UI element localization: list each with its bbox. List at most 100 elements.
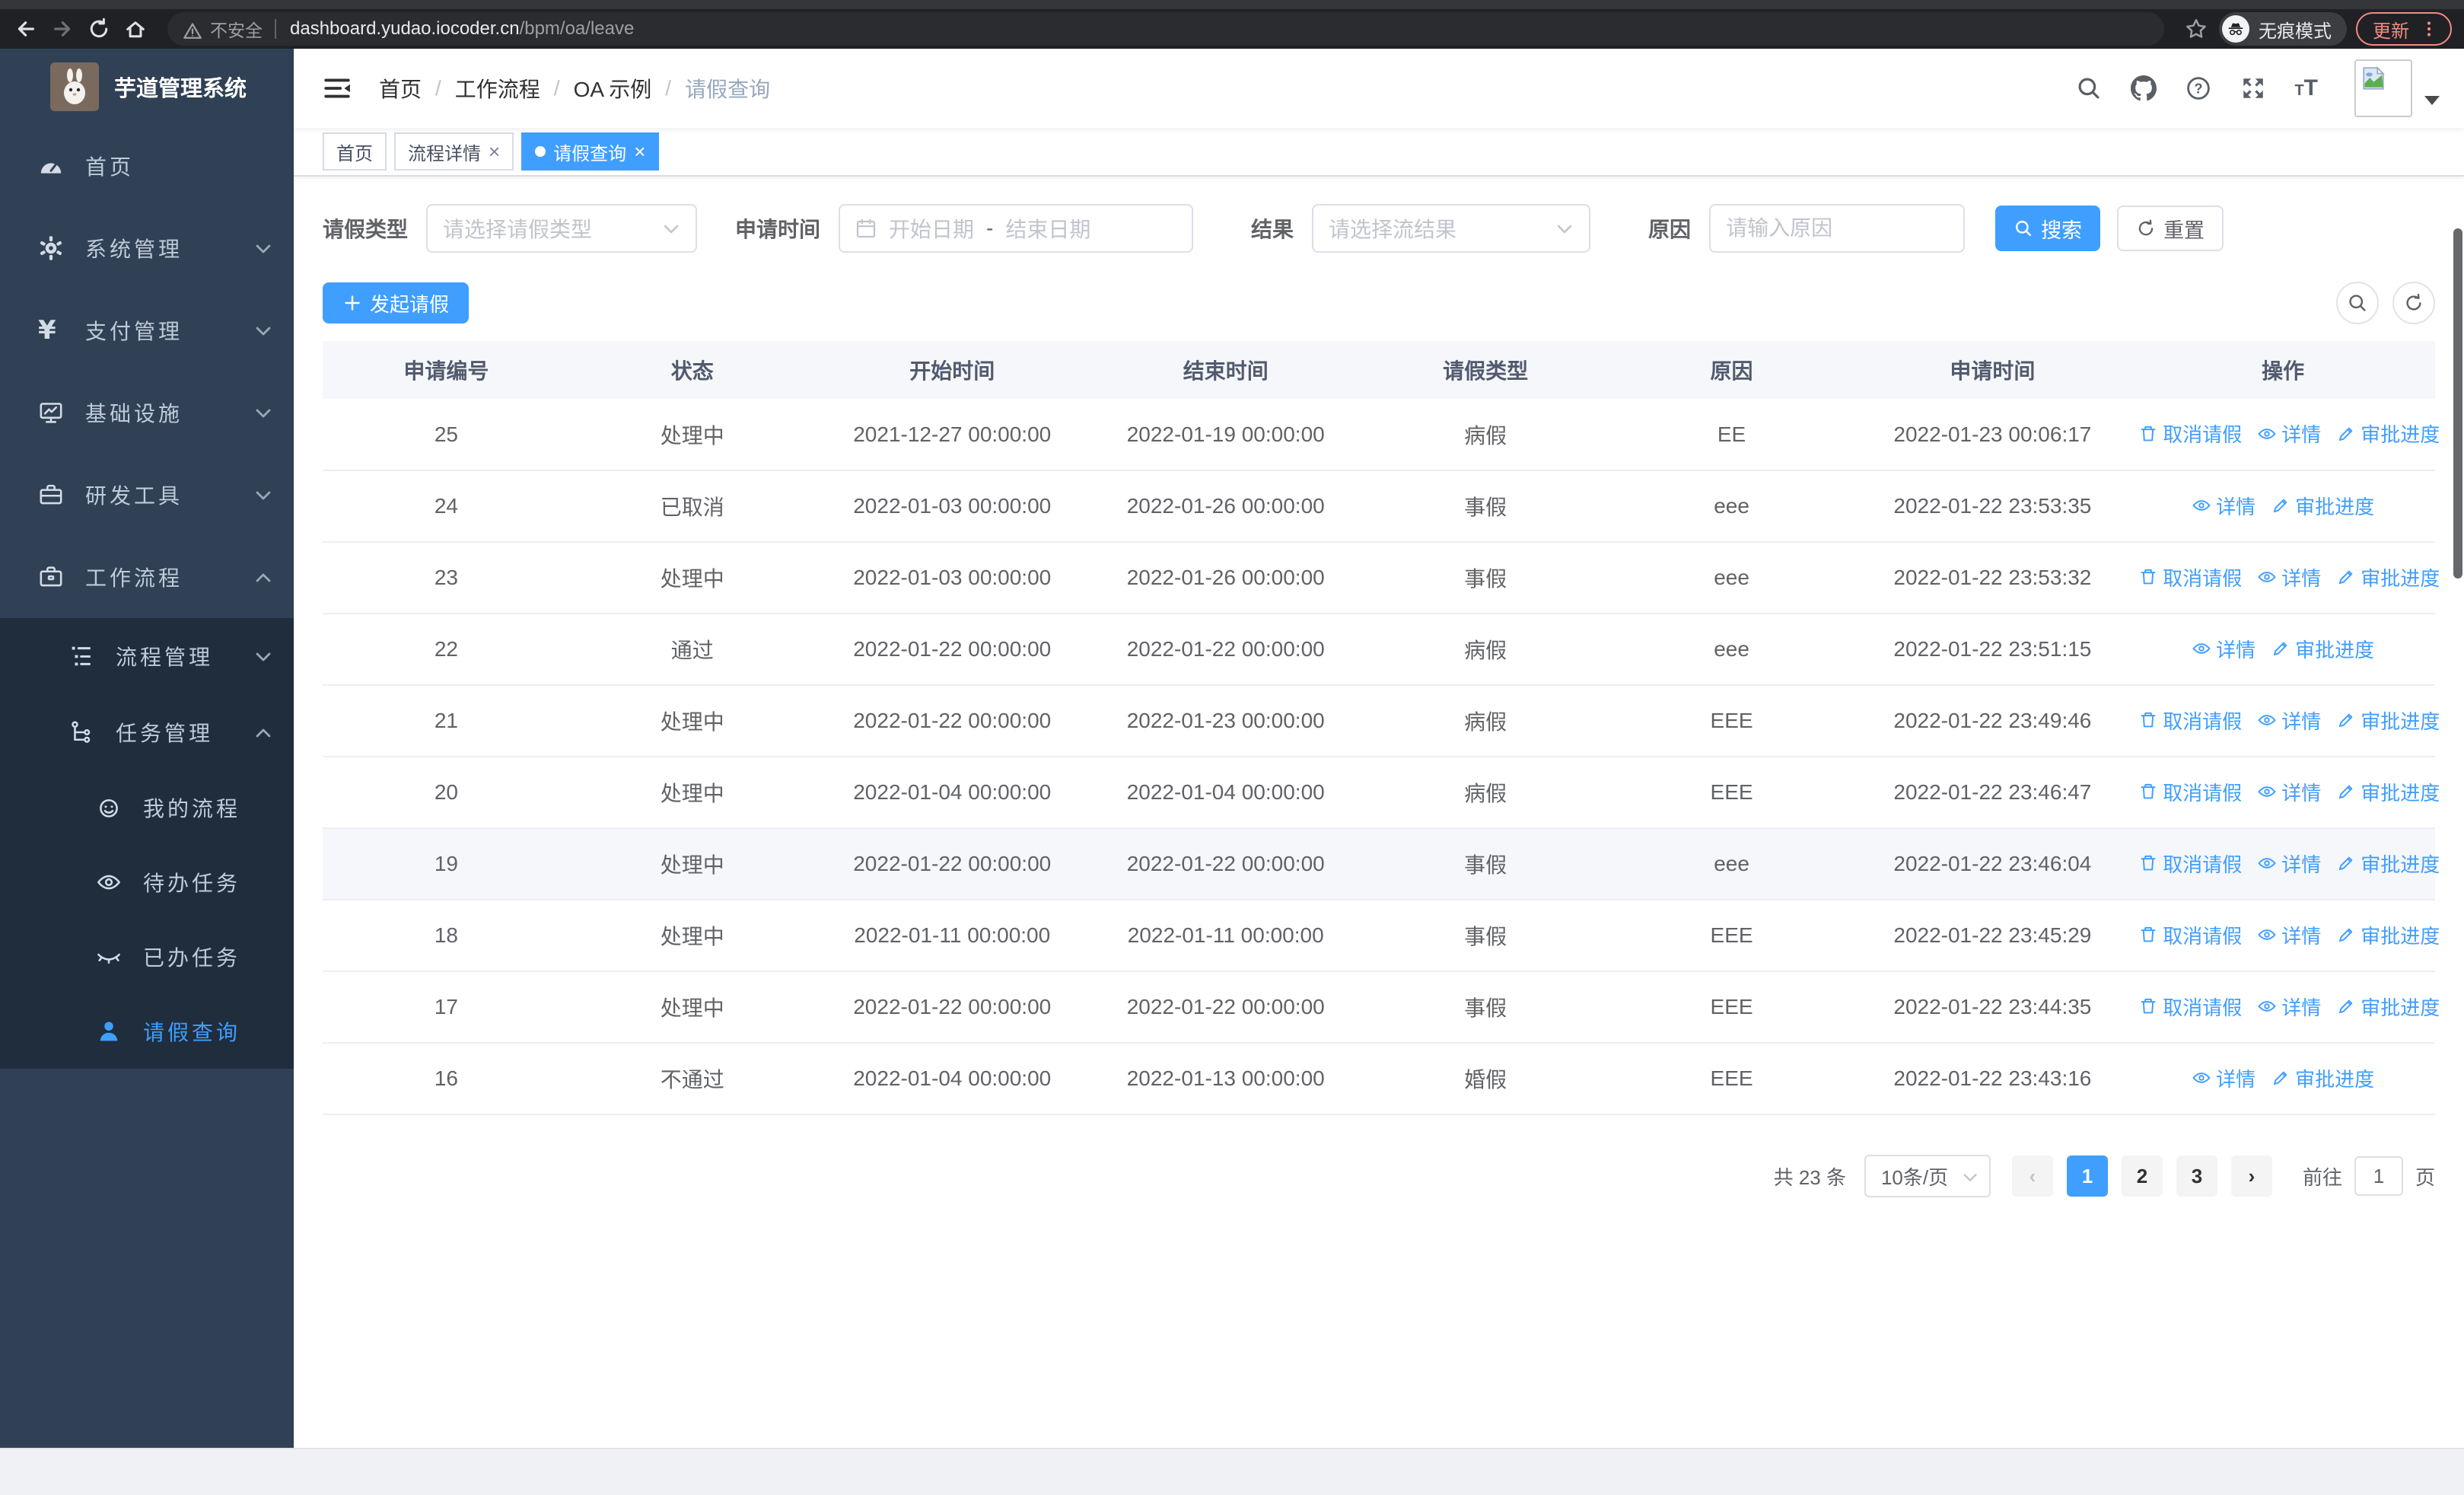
search-button[interactable]: 搜索 xyxy=(1995,206,2101,251)
sidebar-item-workflow[interactable]: 工作流程 xyxy=(0,536,294,618)
sidebar-item-my-process[interactable]: 我的流程 xyxy=(0,770,294,845)
back-icon[interactable] xyxy=(12,15,40,43)
sidebar-item-pay[interactable]: ¥ 支付管理 xyxy=(0,289,294,371)
reason-input[interactable] xyxy=(1711,206,1964,251)
table-row[interactable]: 21 处理中 2022-01-22 00:00:00 2022-01-23 00:00… xyxy=(323,685,2440,757)
page-1-button[interactable]: 1 xyxy=(2066,1156,2108,1197)
font-size-icon[interactable]: TT xyxy=(2294,77,2318,100)
app-logo[interactable]: 芋道管理系统 xyxy=(0,49,294,125)
audit-progress-link[interactable]: 审批进度 xyxy=(2271,1064,2374,1092)
tab-home[interactable]: 首页 xyxy=(323,132,387,171)
sidebar-item-done-task[interactable]: 已办任务 xyxy=(0,920,294,994)
github-icon[interactable] xyxy=(2130,75,2157,102)
tab-leave-query[interactable]: 请假查询 × xyxy=(521,132,660,171)
status: 处理中 xyxy=(569,542,815,614)
page-2-button[interactable]: 2 xyxy=(2121,1156,2163,1197)
end-date-placeholder[interactable]: 结束日期 xyxy=(1005,213,1090,244)
breadcrumb-workflow[interactable]: 工作流程 xyxy=(455,73,540,104)
create-leave-button[interactable]: 发起请假 xyxy=(323,282,470,324)
tab-process-detail[interactable]: 流程详情 × xyxy=(394,132,514,171)
cancel-leave-link[interactable]: 取消请假 xyxy=(2138,778,2242,806)
help-icon[interactable]: ? xyxy=(2185,75,2212,102)
close-icon[interactable]: × xyxy=(634,142,645,161)
breadcrumb-oa[interactable]: OA 示例 xyxy=(574,73,652,104)
insecure-warning-icon[interactable] xyxy=(183,19,202,39)
browser-menu-icon[interactable] xyxy=(2420,20,2438,38)
cancel-leave-link[interactable]: 取消请假 xyxy=(2138,706,2242,735)
table-row[interactable]: 16 不通过 2022-01-04 00:00:00 2022-01-13 00:00… xyxy=(323,1043,2435,1115)
page-3-button[interactable]: 3 xyxy=(2176,1156,2217,1197)
scrollbar-thumb[interactable] xyxy=(2453,228,2462,579)
detail-link[interactable]: 详情 xyxy=(2257,921,2321,949)
audit-progress-link[interactable]: 审批进度 xyxy=(2271,492,2374,520)
detail-link[interactable]: 详情 xyxy=(2257,778,2321,806)
apply-time-range-picker[interactable]: 开始日期 - 结束日期 xyxy=(839,204,1194,253)
audit-progress-link[interactable]: 审批进度 xyxy=(2336,778,2440,806)
detail-link[interactable]: 详情 xyxy=(2192,492,2255,520)
detail-link[interactable]: 详情 xyxy=(2192,1064,2255,1092)
audit-progress-link[interactable]: 审批进度 xyxy=(2336,419,2440,448)
table-row[interactable]: 24 已取消 2022-01-03 00:00:00 2022-01-26 00:00… xyxy=(323,470,2435,543)
avatar[interactable] xyxy=(2354,59,2412,117)
page-size-select[interactable]: 10条/页 xyxy=(1864,1155,1991,1197)
start-date-placeholder[interactable]: 开始日期 xyxy=(889,213,974,244)
address-bar[interactable]: 不安全 dashboard.yudao.iocoder.cn/bpm/oa/le… xyxy=(167,12,2164,46)
refresh-table-icon[interactable] xyxy=(2392,282,2435,324)
sidebar-item-home[interactable]: 首页 xyxy=(0,125,294,207)
url-text[interactable]: dashboard.yudao.iocoder.cn/bpm/oa/leave xyxy=(290,18,634,40)
detail-link[interactable]: 详情 xyxy=(2257,850,2321,878)
table-row[interactable]: 22 通过 2022-01-22 00:00:00 2022-01-22 00:00:… xyxy=(323,614,2435,686)
home-icon[interactable] xyxy=(122,15,149,43)
cancel-leave-link[interactable]: 取消请假 xyxy=(2138,563,2242,591)
show-search-toggle-icon[interactable] xyxy=(2336,282,2379,324)
sidebar-item-system[interactable]: 系统管理 xyxy=(0,207,294,289)
leave-type-select[interactable]: 请选择请假类型 xyxy=(426,204,698,253)
result-select[interactable]: 请选择流结果 xyxy=(1312,204,1591,253)
bookmark-star-icon[interactable] xyxy=(2182,15,2210,43)
sidebar-item-todo-task[interactable]: 待办任务 xyxy=(0,845,294,920)
audit-progress-link[interactable]: 审批进度 xyxy=(2336,563,2440,591)
detail-link[interactable]: 详情 xyxy=(2257,993,2321,1021)
goto-page-input[interactable] xyxy=(2354,1156,2403,1196)
audit-progress-link[interactable]: 审批进度 xyxy=(2336,921,2440,949)
leave-type: 病假 xyxy=(1361,757,1609,829)
detail-link[interactable]: 详情 xyxy=(2257,419,2321,448)
reload-icon[interactable] xyxy=(85,15,113,43)
table-row[interactable]: 23 处理中 2022-01-03 00:00:00 2022-01-26 00:00… xyxy=(323,542,2440,614)
audit-progress-link[interactable]: 审批进度 xyxy=(2271,635,2374,663)
cancel-leave-link[interactable]: 取消请假 xyxy=(2138,993,2242,1021)
status: 不通过 xyxy=(569,1043,815,1115)
table-row[interactable]: 20 处理中 2022-01-04 00:00:00 2022-01-04 00:00… xyxy=(323,757,2440,829)
sidebar-item-task-mgmt[interactable]: 任务管理 xyxy=(0,694,294,770)
sidebar-item-process-mgmt[interactable]: 流程管理 xyxy=(0,618,294,694)
apply-time: 2022-01-22 23:49:46 xyxy=(1854,685,2131,757)
breadcrumb-home[interactable]: 首页 xyxy=(379,73,422,104)
prev-page-button[interactable]: ‹ xyxy=(2011,1156,2053,1197)
reset-button[interactable]: 重置 xyxy=(2117,206,2224,251)
detail-link[interactable]: 详情 xyxy=(2257,563,2321,591)
table-row[interactable]: 19 处理中 2022-01-22 00:00:00 2022-01-22 00:00… xyxy=(323,828,2440,901)
sidebar-collapse-icon[interactable] xyxy=(323,74,352,103)
detail-link[interactable]: 详情 xyxy=(2257,706,2321,735)
close-icon[interactable]: × xyxy=(489,142,500,161)
sidebar-item-dev-tools[interactable]: 研发工具 xyxy=(0,454,294,536)
cancel-leave-link[interactable]: 取消请假 xyxy=(2138,419,2242,448)
audit-progress-link[interactable]: 审批进度 xyxy=(2336,706,2440,735)
user-menu[interactable] xyxy=(2354,59,2440,117)
row-actions: 详情 审批进度 xyxy=(2131,614,2435,686)
audit-progress-link[interactable]: 审批进度 xyxy=(2336,993,2440,1021)
audit-progress-link[interactable]: 审批进度 xyxy=(2336,850,2440,878)
next-page-button[interactable]: › xyxy=(2230,1156,2272,1197)
browser-update-button[interactable]: 更新 xyxy=(2356,12,2452,46)
forward-icon[interactable] xyxy=(49,15,76,43)
sidebar-item-infra[interactable]: 基础设施 xyxy=(0,371,294,454)
sidebar-item-leave-query[interactable]: 请假查询 xyxy=(0,994,294,1069)
table-row[interactable]: 17 处理中 2022-01-22 00:00:00 2022-01-22 00:00… xyxy=(323,971,2440,1044)
search-icon[interactable] xyxy=(2075,75,2103,102)
cancel-leave-link[interactable]: 取消请假 xyxy=(2138,921,2242,949)
table-row[interactable]: 25 处理中 2021-12-27 00:00:00 2022-01-19 00:00… xyxy=(323,399,2440,471)
cancel-leave-link[interactable]: 取消请假 xyxy=(2138,850,2242,878)
detail-link[interactable]: 详情 xyxy=(2192,635,2255,663)
table-row[interactable]: 18 处理中 2022-01-11 00:00:00 2022-01-11 00:00… xyxy=(323,900,2440,972)
fullscreen-icon[interactable] xyxy=(2240,75,2267,102)
